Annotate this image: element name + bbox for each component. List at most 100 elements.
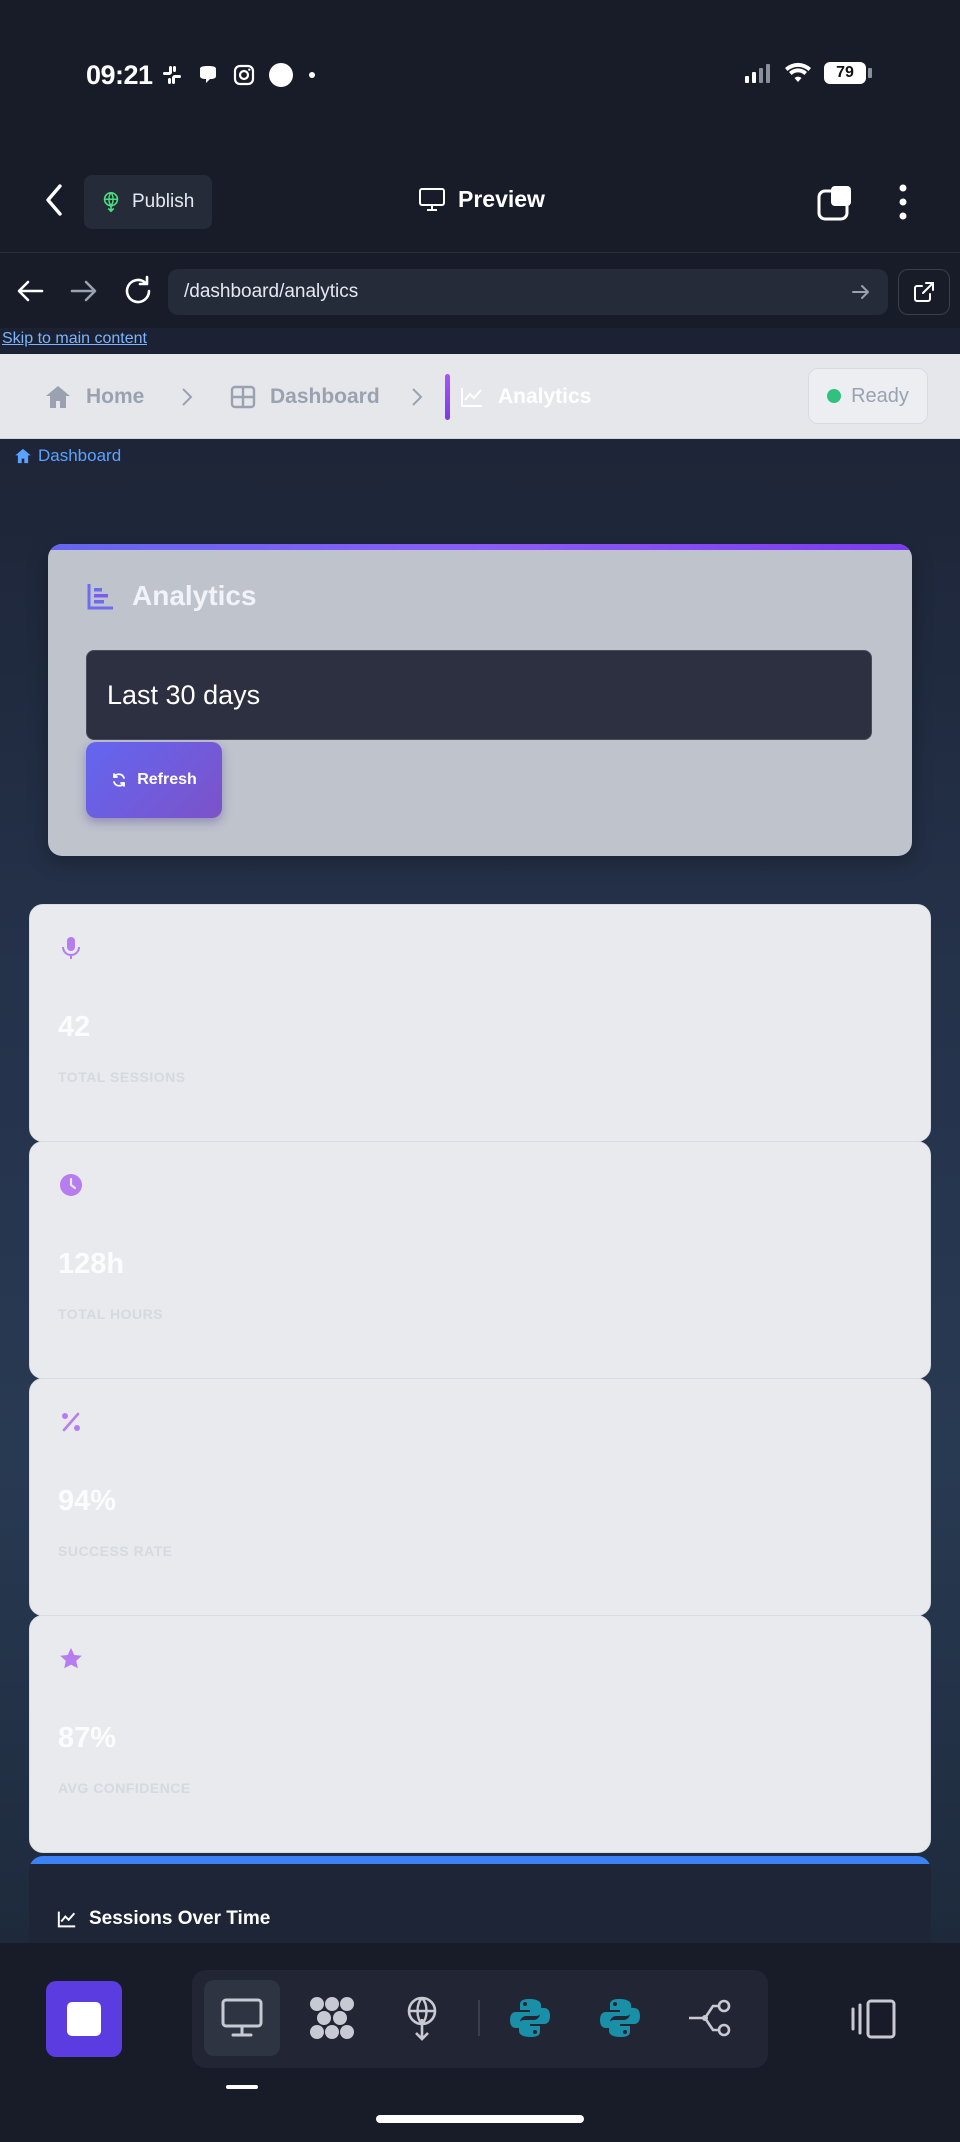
line-chart-icon — [461, 387, 482, 407]
percent-icon — [62, 1412, 80, 1432]
open-external-button[interactable] — [898, 269, 950, 315]
dock-tray — [192, 1970, 768, 2068]
more-vertical-icon[interactable] — [888, 182, 918, 222]
stat-value: 42 — [58, 1011, 91, 1043]
dock-python-2[interactable] — [582, 1980, 658, 2056]
stat-label: SUCCESS RATE — [58, 1543, 173, 1559]
dock-apps[interactable] — [294, 1980, 370, 2056]
breadcrumb-dashboard[interactable]: Dashboard — [230, 354, 380, 439]
desktop-icon — [221, 1998, 263, 2037]
monitor-icon — [419, 187, 445, 211]
line-chart-icon — [57, 1911, 76, 1928]
preview-title: Preview — [418, 186, 545, 213]
bar-chart-icon — [87, 584, 113, 610]
stat-card-hours: 128h TOTAL HOURS — [29, 1141, 931, 1379]
status-bar: 09:21 79 — [0, 0, 960, 150]
tabs-icon[interactable] — [816, 184, 854, 222]
date-range-select[interactable]: Last 30 days — [86, 650, 872, 740]
status-text: Ready — [851, 384, 909, 407]
stat-value: 87% — [58, 1722, 117, 1754]
publish-icon — [103, 192, 119, 213]
signal-icon — [745, 64, 770, 83]
status-badge: Ready — [808, 368, 928, 424]
browser-forward-icon[interactable] — [66, 273, 102, 309]
web-content: Skip to main content Home Dashboard Anal… — [0, 328, 960, 1943]
dock-divider — [478, 2000, 480, 2036]
back-icon[interactable] — [36, 180, 72, 220]
home-indicator[interactable] — [376, 2115, 584, 2123]
home-icon — [46, 385, 70, 408]
stat-card-success: 94% SUCCESS RATE — [29, 1378, 931, 1616]
microphone-icon — [62, 937, 80, 959]
grid-icon — [230, 385, 256, 408]
preview-label: Preview — [458, 186, 545, 212]
more-dot-icon — [309, 72, 315, 78]
sessions-chart-card: Sessions Over Time — [29, 1856, 931, 1943]
stat-label: AVG CONFIDENCE — [58, 1780, 191, 1796]
notification-icons — [160, 62, 318, 88]
python-icon — [600, 1999, 640, 2037]
chat-bubble-icon — [200, 66, 216, 83]
apps-grid-icon — [310, 1997, 354, 2039]
panel-title: Analytics — [86, 580, 257, 612]
url-text: /dashboard/analytics — [184, 281, 359, 302]
dock-share[interactable] — [672, 1980, 748, 2056]
app-bar: Publish Preview — [0, 150, 960, 252]
stat-label: TOTAL SESSIONS — [58, 1069, 186, 1085]
stat-value: 128h — [58, 1248, 125, 1280]
refresh-label: Refresh — [137, 771, 197, 788]
slack-icon — [163, 66, 181, 84]
external-link-icon — [914, 282, 934, 302]
analytics-panel: Analytics Last 30 days Refresh — [48, 544, 912, 856]
app-launcher-button[interactable] — [46, 1981, 122, 2057]
breadcrumb: Home Dashboard Analytics Ready — [0, 354, 960, 439]
chevron-right-icon — [180, 354, 194, 439]
breadcrumb-dashboard-label: Dashboard — [270, 384, 380, 408]
battery-level: 79 — [824, 62, 866, 84]
status-time: 09:21 — [86, 60, 153, 90]
breadcrumb-analytics-label: Analytics — [498, 384, 592, 408]
bottom-dock — [0, 1943, 960, 2142]
chart-title-text: Sessions Over Time — [89, 1908, 271, 1929]
stat-label: TOTAL HOURS — [58, 1306, 164, 1322]
share-nodes-icon — [689, 1999, 731, 2037]
panel-title-text: Analytics — [132, 580, 257, 611]
go-arrow-icon[interactable] — [850, 281, 872, 303]
stat-card-confidence: 87% AVG CONFIDENCE — [29, 1615, 931, 1853]
side-panel-icon[interactable] — [850, 1997, 898, 2041]
chart-title: Sessions Over Time — [57, 1908, 270, 1930]
record-dot-icon — [269, 63, 293, 87]
active-indicator — [445, 374, 450, 420]
skip-to-content-link[interactable]: Skip to main content — [0, 330, 149, 348]
wifi-icon — [785, 62, 811, 82]
url-bar[interactable]: /dashboard/analytics — [168, 269, 888, 315]
publish-label: Publish — [132, 191, 195, 212]
reload-icon[interactable] — [120, 273, 156, 309]
home-icon — [15, 448, 31, 464]
stat-card-sessions: 42 TOTAL SESSIONS — [29, 904, 931, 1142]
dock-python-1[interactable] — [492, 1980, 568, 2056]
status-dot — [827, 389, 842, 403]
python-icon — [510, 1999, 550, 2037]
browser-back-icon[interactable] — [12, 273, 48, 309]
refresh-icon — [113, 773, 126, 787]
breadcrumb-home[interactable]: Home — [44, 354, 144, 439]
clock-icon — [60, 1174, 82, 1196]
system-status: 79 — [744, 62, 872, 84]
star-icon — [60, 1648, 82, 1669]
stop-icon — [67, 2002, 101, 2036]
dock-desktop[interactable] — [204, 1980, 280, 2056]
stat-value: 94% — [58, 1485, 117, 1517]
instagram-icon — [233, 64, 255, 86]
battery-tip — [868, 68, 872, 78]
publish-icon — [407, 1996, 437, 2041]
chevron-right-icon — [410, 354, 424, 439]
dashboard-link-label: Dashboard — [38, 446, 122, 465]
dashboard-link[interactable]: Dashboard — [14, 446, 121, 466]
refresh-button[interactable]: Refresh — [86, 742, 222, 818]
active-dock-indicator — [226, 2085, 258, 2089]
breadcrumb-analytics: Analytics — [460, 354, 591, 439]
publish-button[interactable]: Publish — [84, 175, 212, 229]
dock-publish[interactable] — [384, 1980, 460, 2056]
browser-toolbar: /dashboard/analytics — [0, 252, 960, 328]
